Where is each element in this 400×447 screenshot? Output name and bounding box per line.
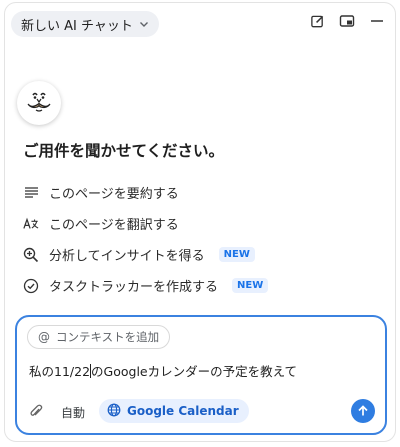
assistant-avatar (17, 81, 61, 125)
assistant-heading: ご用件を聞かせてください。 (23, 142, 225, 160)
at-sign-icon: @ (38, 330, 50, 344)
action-label: タスクトラッカーを作成する (49, 280, 219, 295)
translate-icon (23, 216, 39, 232)
zoom-insight-icon (23, 247, 39, 263)
add-context-label: コンテキストを追加 (56, 330, 160, 344)
action-create-task-tracker[interactable]: タスクトラッカーを作成する NEW (23, 270, 383, 301)
action-summarize-page[interactable]: このページを要約する (23, 177, 383, 208)
composer-toolbar: 自動 Google Calendar (27, 399, 375, 425)
new-badge: NEW (218, 247, 255, 262)
summary-lines-icon (23, 185, 39, 201)
minimize-icon[interactable] (369, 13, 385, 29)
new-badge: NEW (232, 278, 269, 293)
panel-header: 新しい AI チャット (5, 3, 395, 43)
mode-selector[interactable]: 自動 (61, 404, 85, 421)
input-text-before-caret: 私の11/22 (29, 364, 91, 379)
action-analyze-insights[interactable]: 分析してインサイトを得る NEW (23, 239, 383, 270)
action-translate-page[interactable]: このページを翻訳する (23, 208, 383, 239)
input-text-after-caret: のGoogleカレンダーの予定を教えて (91, 364, 297, 379)
chat-selector-label: 新しい AI チャット (21, 18, 133, 34)
message-input[interactable]: 私の11/22のGoogleカレンダーの予定を教えて (29, 361, 297, 380)
globe-icon (107, 403, 121, 420)
chat-selector-dropdown[interactable]: 新しい AI チャット (11, 11, 159, 37)
picture-in-picture-icon[interactable] (339, 13, 355, 29)
tool-chip-label: Google Calendar (127, 404, 239, 418)
arrow-up-icon (357, 402, 369, 421)
edit-icon[interactable] (309, 13, 325, 29)
action-label: このページを翻訳する (49, 218, 179, 233)
message-composer[interactable]: @ コンテキストを追加 私の11/22のGoogleカレンダーの予定を教えて 自… (15, 315, 387, 435)
chevron-down-icon (139, 19, 149, 29)
mustache-face-icon (24, 86, 54, 120)
suggested-actions-list: このページを要約する このページを翻訳する 分析してインサイトを得る NEW タ… (23, 177, 383, 301)
check-circle-icon (23, 278, 39, 294)
paperclip-icon[interactable] (29, 404, 45, 420)
ai-chat-panel: 新しい AI チャット ご用件を聞かせてください。 このページを要約する このペ… (4, 2, 396, 442)
add-context-button[interactable]: @ コンテキストを追加 (27, 325, 171, 349)
send-button[interactable] (351, 399, 375, 423)
google-calendar-tool-chip[interactable]: Google Calendar (99, 399, 249, 423)
action-label: このページを要約する (49, 187, 179, 202)
action-label: 分析してインサイトを得る (49, 249, 205, 264)
